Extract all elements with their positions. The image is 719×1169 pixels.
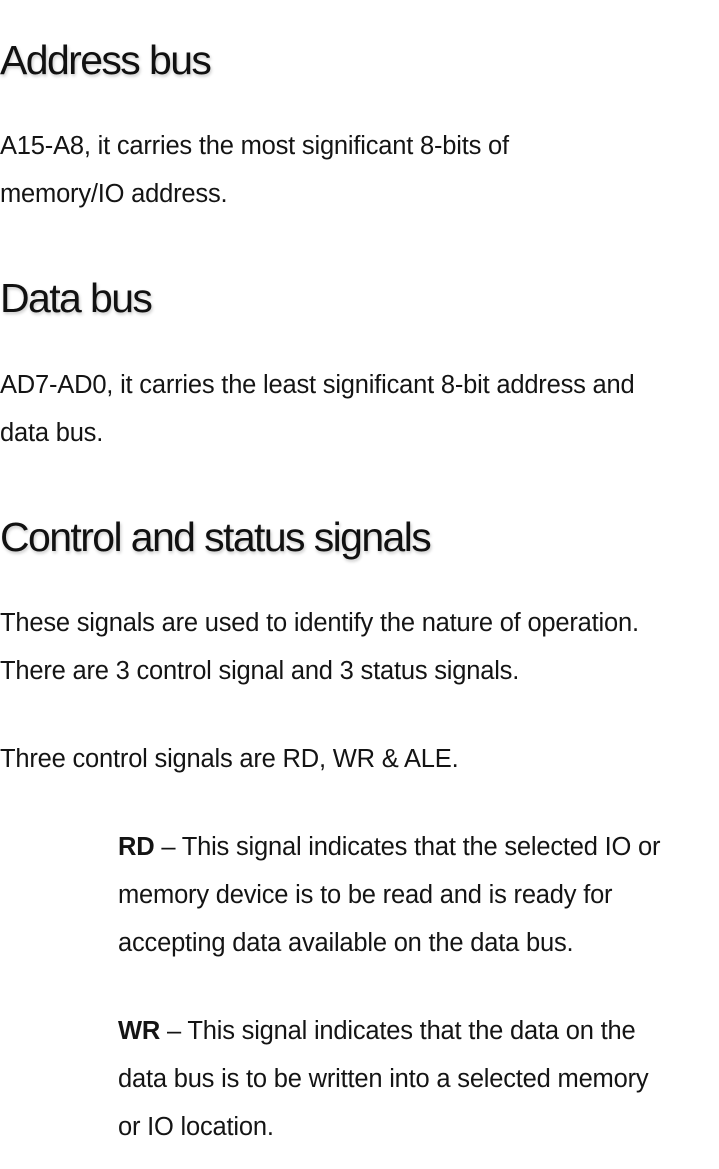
control-status-description-line2: There are 3 control signal and 3 status … (0, 657, 520, 685)
data-bus-description-line1: AD7-AD0, it carries the least significan… (0, 371, 635, 399)
signal-rd-line1: This signal indicates that the selected … (181, 833, 661, 861)
signal-rd-line3: accepting data available on the data bus… (118, 929, 574, 957)
control-status-description-line1: These signals are used to identify the n… (0, 609, 639, 637)
signal-rd-separator: – (154, 833, 182, 861)
signal-rd-name: RD (118, 833, 155, 861)
signal-rd-line2: memory device is to be read and is ready… (118, 881, 613, 909)
signal-wr-line1: This signal indicates that the data on t… (187, 1017, 636, 1045)
address-bus-description-line2: memory/IO address. (0, 180, 228, 208)
signal-rd-description: RD – This signal indicates that the sele… (118, 823, 719, 967)
data-bus-description-line2: data bus. (0, 419, 104, 447)
signal-wr-description: WR – This signal indicates that the data… (118, 1007, 719, 1151)
address-bus-description-line1: A15-A8, it carries the most significant … (0, 132, 509, 160)
signal-wr-name: WR (118, 1017, 161, 1045)
control-signals-summary: Three control signals are RD, WR & ALE. (0, 735, 459, 783)
control-status-description: These signals are used to identify the n… (0, 599, 639, 695)
signal-wr-separator: – (160, 1017, 188, 1045)
heading-address-bus: Address bus (0, 37, 212, 83)
signal-wr-line2: data bus is to be written into a selecte… (118, 1065, 649, 1093)
data-bus-description: AD7-AD0, it carries the least significan… (0, 361, 635, 457)
address-bus-description: A15-A8, it carries the most significant … (0, 122, 509, 218)
control-signals-summary-text: Three control signals are RD, WR & ALE. (0, 745, 459, 773)
heading-data-bus: Data bus (0, 275, 153, 321)
signal-wr-line3: or IO location. (118, 1113, 274, 1141)
heading-control-status-signals: Control and status signals (0, 514, 432, 560)
